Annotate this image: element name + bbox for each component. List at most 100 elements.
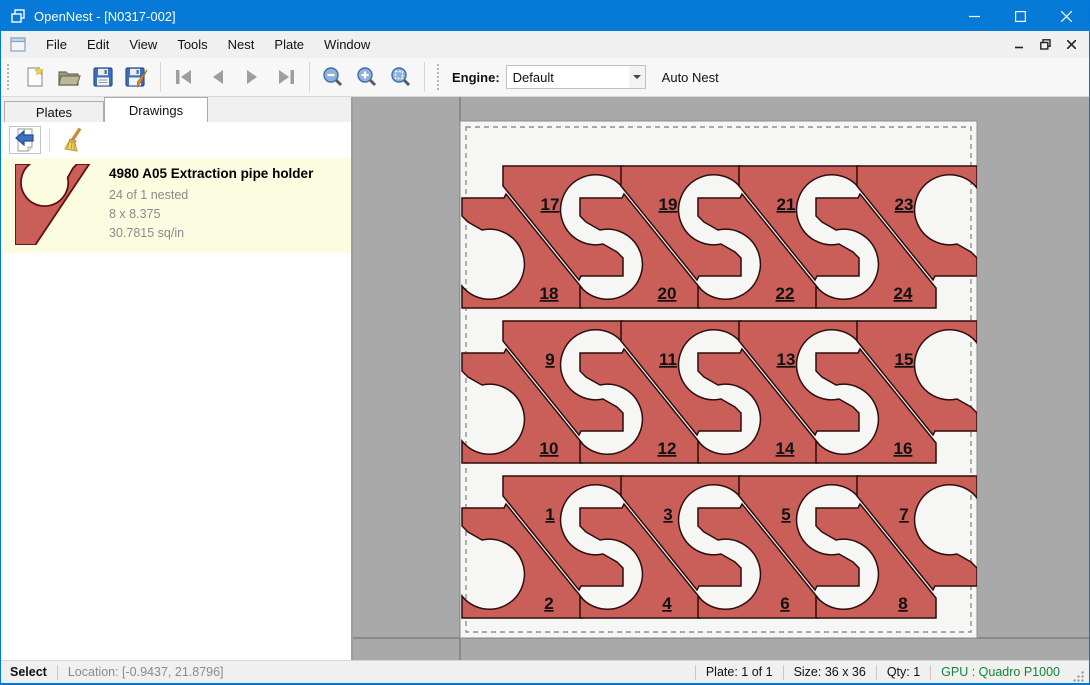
part-label-9: 9 — [545, 350, 554, 369]
part-thumbnail-shape — [15, 164, 89, 245]
part-label-24: 24 — [894, 284, 913, 303]
close-button[interactable] — [1043, 1, 1089, 31]
document-window-icon[interactable] — [10, 37, 26, 52]
menu-items: FileEditViewToolsNestPlateWindow — [36, 32, 380, 57]
main-toolbar: Engine: Default Auto Nest — [1, 58, 1089, 97]
window-title: OpenNest - [N0317-002] — [34, 9, 176, 24]
menu-window[interactable]: Window — [314, 32, 380, 57]
zoom-fit-button[interactable] — [384, 61, 418, 93]
last-plate-button[interactable] — [269, 61, 303, 93]
open-folder-icon — [57, 66, 81, 88]
part-label-21: 21 — [777, 195, 796, 214]
part-label-14: 14 — [776, 439, 795, 458]
previous-arrow-icon — [207, 68, 229, 86]
app-window: OpenNest - [N0317-002] FileEditViewTools… — [0, 0, 1090, 685]
save-button[interactable] — [86, 61, 120, 93]
tab-drawings[interactable]: Drawings — [104, 97, 208, 122]
drawings-list: 4980 A05 Extraction pipe holder 24 of 1 … — [1, 158, 351, 660]
menu-file[interactable]: File — [36, 32, 77, 57]
part-label-19: 19 — [659, 195, 678, 214]
new-document-icon — [24, 66, 46, 88]
save-as-icon — [125, 66, 149, 88]
status-plate: Plate: 1 of 1 — [696, 665, 783, 679]
drawing-title: 4980 A05 Extraction pipe holder — [109, 166, 313, 181]
engine-dropdown-button[interactable] — [629, 66, 645, 88]
left-panel: PlatesDrawings — [1, 97, 353, 660]
close-icon — [1061, 11, 1072, 22]
menu-plate[interactable]: Plate — [264, 32, 314, 57]
drawing-size: 8 x 8.375 — [109, 205, 313, 224]
menu-bar: FileEditViewToolsNestPlateWindow — [1, 31, 1089, 58]
open-button[interactable] — [52, 61, 86, 93]
title-bar: OpenNest - [N0317-002] — [1, 1, 1089, 31]
status-location: Location: [-0.9437, 21.8796] — [58, 665, 234, 679]
last-arrow-icon — [275, 68, 297, 86]
auto-nest-button[interactable]: Auto Nest — [652, 64, 729, 91]
part-label-13: 13 — [777, 350, 796, 369]
mdi-restore-button[interactable] — [1033, 34, 1057, 56]
part-thumbnail — [11, 164, 95, 245]
part-label-10: 10 — [540, 439, 559, 458]
toolbar-grip[interactable] — [7, 64, 14, 90]
drawing-nested-count: 24 of 1 nested — [109, 186, 313, 205]
maximize-icon — [1015, 11, 1025, 21]
engine-value: Default — [507, 70, 629, 85]
part-label-6: 6 — [780, 594, 789, 613]
menu-tools[interactable]: Tools — [167, 32, 217, 57]
save-icon — [92, 66, 114, 88]
part-label-4: 4 — [662, 594, 672, 613]
part-label-20: 20 — [658, 284, 677, 303]
part-label-5: 5 — [781, 505, 790, 524]
new-button[interactable] — [18, 61, 52, 93]
zoom-out-icon — [322, 66, 344, 88]
drawings-toolbar — [1, 122, 351, 158]
save-as-button[interactable] — [120, 61, 154, 93]
status-size: Size: 36 x 36 — [784, 665, 876, 679]
resize-grip[interactable] — [1072, 670, 1085, 683]
status-gpu: GPU : Quadro P1000 — [931, 665, 1070, 679]
return-drawing-button[interactable] — [9, 126, 41, 154]
menu-view[interactable]: View — [119, 32, 167, 57]
maximize-button[interactable] — [997, 1, 1043, 31]
next-arrow-icon — [241, 68, 263, 86]
main-area: PlatesDrawings — [1, 97, 1089, 660]
part-label-8: 8 — [898, 594, 907, 613]
part-label-11: 11 — [659, 350, 677, 369]
part-label-22: 22 — [776, 284, 795, 303]
clear-drawings-button[interactable] — [58, 126, 90, 154]
tab-strip: PlatesDrawings — [1, 97, 351, 122]
zoom-out-button[interactable] — [316, 61, 350, 93]
minimize-button[interactable] — [951, 1, 997, 31]
part-label-17: 17 — [541, 195, 560, 214]
drawing-list-item[interactable]: 4980 A05 Extraction pipe holder 24 of 1 … — [1, 158, 351, 253]
menu-nest[interactable]: Nest — [218, 32, 265, 57]
plate-canvas[interactable]: 171819202122232491011121314151612345678 — [353, 97, 1089, 660]
previous-plate-button[interactable] — [201, 61, 235, 93]
part-label-3: 3 — [663, 505, 672, 524]
part-label-7: 7 — [899, 505, 908, 524]
app-icon — [10, 8, 26, 24]
part-label-1: 1 — [545, 505, 554, 524]
part-label-12: 12 — [658, 439, 677, 458]
first-plate-button[interactable] — [167, 61, 201, 93]
engine-toolbar-grip[interactable] — [437, 64, 444, 90]
engine-combobox[interactable]: Default — [506, 65, 646, 89]
part-label-2: 2 — [544, 594, 553, 613]
status-qty: Qty: 1 — [877, 665, 930, 679]
mdi-close-button[interactable] — [1059, 34, 1083, 56]
zoom-in-button[interactable] — [350, 61, 384, 93]
drawing-area: 30.7815 sq/in — [109, 224, 313, 243]
next-plate-button[interactable] — [235, 61, 269, 93]
chevron-down-icon — [633, 75, 641, 79]
menu-edit[interactable]: Edit — [77, 32, 119, 57]
tab-plates[interactable]: Plates — [4, 101, 104, 122]
zoom-in-icon — [356, 66, 378, 88]
broom-icon — [62, 127, 86, 153]
status-mode: Select — [1, 665, 57, 679]
mdi-minimize-button[interactable] — [1007, 34, 1031, 56]
part-label-16: 16 — [894, 439, 913, 458]
status-bar: Select Location: [-0.9437, 21.8796] Plat… — [1, 660, 1089, 683]
zoom-fit-icon — [390, 66, 412, 88]
part-label-15: 15 — [895, 350, 914, 369]
engine-label: Engine: — [452, 70, 500, 85]
